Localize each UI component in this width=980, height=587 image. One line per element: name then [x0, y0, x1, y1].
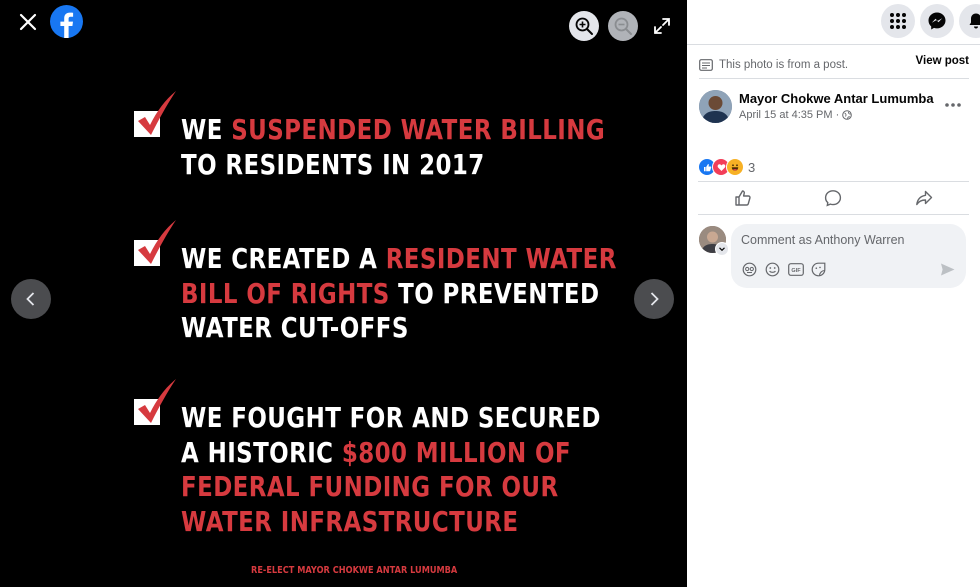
- poster-text-segment: RESIDENT WATER: [385, 242, 617, 275]
- share-button[interactable]: [879, 182, 969, 214]
- post-date[interactable]: April 15 at 4:35 PM: [739, 109, 833, 121]
- menu-button[interactable]: [881, 4, 915, 38]
- post-actions: [698, 181, 969, 215]
- poster-text-line: WATER INFRASTRUCTURE: [181, 505, 518, 538]
- poster-footer: RE-ELECT MAYOR CHOKWE ANTAR LUMUMBA: [251, 565, 458, 576]
- avatar-sticker-icon[interactable]: [741, 261, 758, 278]
- facebook-logo-icon[interactable]: [50, 5, 83, 38]
- like-button[interactable]: [698, 182, 788, 214]
- comment-tools: GIF: [741, 261, 827, 278]
- reaction-count[interactable]: 3: [748, 160, 755, 175]
- top-bar: [687, 0, 980, 45]
- meta-separator: ·: [835, 109, 840, 121]
- photo-viewer: WE SUSPENDED WATER BILLING TO RESIDENTS I…: [0, 0, 687, 587]
- emoji-icon[interactable]: [764, 261, 781, 278]
- poster-text-segment: A HISTORIC: [181, 435, 342, 469]
- poster-text-segment: BILL OF RIGHTS: [181, 276, 390, 310]
- zoom-in-button[interactable]: [569, 11, 599, 41]
- comment-input[interactable]: [741, 233, 941, 247]
- poster-text-segment: WE: [181, 113, 232, 146]
- checkmark-icon: [132, 379, 180, 431]
- checkmark-icon: [132, 220, 180, 272]
- poster-text-segment: TO RESIDENTS IN 2017: [181, 147, 485, 181]
- poster-text-line: WE SUSPENDED WATER BILLING: [181, 113, 605, 146]
- post-icon: [699, 59, 713, 71]
- share-icon: [915, 190, 933, 206]
- author-name[interactable]: Mayor Chokwe Antar Lumumba: [739, 91, 934, 106]
- poster-text-line: WATER CUT-OFFS: [181, 311, 409, 344]
- chevron-left-icon: [26, 292, 35, 306]
- poster-text-segment: SUSPENDED WATER BILLING: [231, 113, 606, 146]
- poster-text-segment: TO PREVENTED: [389, 276, 600, 310]
- photo-source-bar: This photo is from a post. View post: [699, 54, 969, 79]
- poster-text-segment: WATER INFRASTRUCTURE: [181, 504, 519, 538]
- post-meta: April 15 at 4:35 PM ·: [739, 109, 853, 121]
- poster-text-segment: $800 MILLION OF: [341, 435, 571, 469]
- poster-text-line: FEDERAL FUNDING FOR OUR: [181, 470, 559, 503]
- poster-text-segment: FEDERAL FUNDING FOR OUR: [181, 470, 559, 503]
- messenger-icon: [928, 12, 946, 30]
- send-icon[interactable]: [939, 261, 956, 278]
- poster-text-line: TO RESIDENTS IN 2017: [181, 148, 485, 181]
- poster-text-line: WE FOUGHT FOR AND SECURED: [181, 401, 601, 434]
- poster-text-segment: WATER CUT-OFFS: [181, 311, 409, 344]
- grid-menu-icon: [890, 13, 906, 29]
- chevron-down-icon[interactable]: [715, 242, 729, 256]
- comment-button[interactable]: [788, 182, 878, 214]
- svg-text:GIF: GIF: [791, 268, 801, 274]
- next-photo-button[interactable]: [634, 279, 674, 319]
- close-icon[interactable]: [17, 11, 39, 33]
- messenger-button[interactable]: [920, 4, 954, 38]
- chevron-right-icon: [650, 292, 659, 306]
- poster-text-line: WE CREATED A RESIDENT WATER: [181, 242, 617, 275]
- bell-icon: [969, 13, 980, 29]
- zoom-out-icon: [614, 17, 632, 35]
- notifications-button[interactable]: [959, 4, 980, 38]
- poster-text-segment: WE CREATED A: [181, 242, 386, 275]
- haha-icon: [726, 158, 744, 176]
- fullscreen-icon[interactable]: [652, 16, 672, 36]
- comment-composer: GIF: [731, 224, 966, 288]
- zoom-out-button[interactable]: [608, 11, 638, 41]
- gif-icon[interactable]: GIF: [787, 261, 804, 278]
- thumbs-up-icon: [735, 190, 751, 206]
- author-avatar[interactable]: [699, 90, 732, 123]
- photo-source-text: This photo is from a post.: [719, 59, 849, 71]
- sticker-icon[interactable]: [810, 261, 827, 278]
- reaction-summary[interactable]: 3: [698, 158, 755, 176]
- globe-icon: [842, 110, 853, 120]
- view-post-link[interactable]: View post: [916, 55, 969, 67]
- post-sidebar: This photo is from a post. View post May…: [687, 0, 980, 587]
- comment-icon: [825, 190, 842, 207]
- more-options-icon[interactable]: [944, 96, 962, 114]
- poster-text-segment: WE FOUGHT FOR AND SECURED: [181, 401, 601, 434]
- previous-photo-button[interactable]: [11, 279, 51, 319]
- checkmark-icon: [132, 91, 180, 143]
- poster-text-line: A HISTORIC $800 MILLION OF: [181, 436, 571, 469]
- zoom-in-icon: [575, 17, 593, 35]
- poster-text-line: BILL OF RIGHTS TO PREVENTED: [181, 277, 599, 310]
